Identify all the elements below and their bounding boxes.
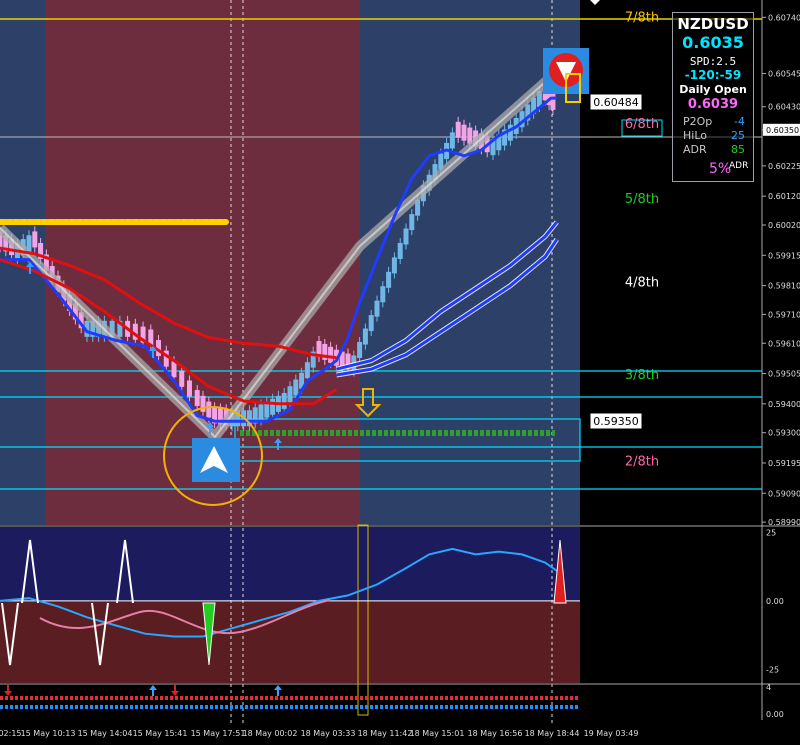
time-tick-label: 15 May 15:41 — [133, 729, 188, 738]
candle-body — [550, 93, 556, 110]
time-tick-label: 18 May 16:56 — [468, 729, 523, 738]
candle-body — [374, 300, 380, 317]
price-tick-label: 0.60430 — [768, 103, 800, 112]
candle-body — [403, 228, 409, 245]
murrey-level-label: 6/8th — [625, 117, 659, 132]
candle-body — [179, 370, 185, 387]
info-row-hilo: HiLo 25 — [683, 129, 745, 142]
time-tick-label: 15 May 14:04 — [78, 729, 133, 738]
candle-body — [368, 315, 374, 332]
candle-body — [380, 286, 386, 303]
signal-tick-label: 4 — [766, 683, 771, 692]
info-row-label: ADR — [683, 143, 707, 156]
signal-tick-label: 0.00 — [766, 710, 784, 719]
current-price-label: 0.60350 — [766, 126, 799, 135]
price-tick-label: 0.59710 — [768, 310, 800, 319]
price-tick-label: 0.59300 — [768, 429, 800, 438]
price-tick-label: 0.59195 — [768, 459, 800, 468]
time-tick-label: 15 May 17:51 — [191, 729, 246, 738]
candle-body — [287, 386, 293, 403]
time-tick-label: 18 May 15:01 — [410, 729, 465, 738]
info-row-label: P2Op — [683, 115, 713, 128]
price-tick-label: 0.60740 — [768, 13, 800, 22]
price-tick-label: 0.59915 — [768, 251, 800, 260]
time-tick-label: 18 May 18:44 — [525, 729, 580, 738]
price-box-label: 0.60484 — [593, 96, 639, 109]
price-box-label: 0.59350 — [593, 415, 639, 428]
candle-body — [455, 121, 461, 138]
candle-body — [386, 271, 392, 288]
osc-tick-label: -25 — [766, 665, 779, 674]
candle-body — [397, 242, 403, 259]
murrey-level-label: 3/8th — [625, 368, 659, 383]
time-tick-label: 18 May 11:42 — [358, 729, 413, 738]
candle-body — [258, 404, 264, 421]
candle-body — [32, 231, 38, 248]
price-tick-label: 0.59090 — [768, 489, 800, 498]
info-row-label: HiLo — [683, 129, 707, 142]
osc-top-background — [0, 527, 580, 601]
time-tick-label: 02:15 — [0, 729, 22, 738]
spread-label: SPD:2.5 — [689, 55, 737, 68]
down-arrow-icon — [4, 685, 12, 696]
candle-body — [270, 398, 276, 415]
price-tick-label: 0.59505 — [768, 370, 800, 379]
price-tick-label: 0.60120 — [768, 192, 800, 201]
time-tick-label: 15 May 10:13 — [21, 729, 76, 738]
murrey-level-label: 2/8th — [625, 455, 659, 470]
info-row-adr: ADR 85 — [683, 143, 745, 156]
osc-tick-label: 0.00 — [766, 597, 784, 606]
down-arrow-icon — [171, 685, 179, 696]
adr-suffix: ADR — [729, 161, 749, 171]
murrey-level-label: 4/8th — [625, 276, 659, 291]
price-tick-label: 0.59610 — [768, 339, 800, 348]
candle-body — [409, 214, 415, 231]
buy-signal-icon — [192, 438, 240, 482]
info-row-p2op: P2Op -4 — [683, 115, 745, 128]
candle-body — [507, 124, 513, 141]
info-row-value: -4 — [734, 115, 745, 128]
candle-body — [328, 346, 334, 363]
candle-body — [281, 392, 287, 409]
candle-body — [293, 379, 299, 396]
murrey-level-label: 7/8th — [625, 10, 659, 25]
price-tick-label: 0.60225 — [768, 162, 800, 171]
up-arrow-icon — [149, 685, 157, 696]
candle-body — [357, 342, 363, 358]
candle-body — [206, 401, 212, 418]
time-tick-label: 18 May 03:33 — [301, 729, 356, 738]
pips-label: -120:-59 — [684, 68, 742, 82]
price-tick-label: 0.60020 — [768, 221, 800, 230]
candle-body — [304, 362, 310, 379]
daily-open-value: 0.6039 — [687, 97, 739, 112]
info-panel: NZDUSD 0.6035 SPD:2.5 -120:-59 Daily Ope… — [672, 12, 754, 182]
price-tick-label: 0.58990 — [768, 518, 800, 527]
candle-body — [186, 380, 192, 397]
candle-body — [194, 390, 200, 407]
up-arrow-icon — [274, 685, 282, 696]
candle-body — [449, 132, 455, 149]
price-tick-label: 0.60545 — [768, 70, 800, 79]
price-label: 0.6035 — [682, 33, 744, 52]
price-tick-label: 0.59400 — [768, 400, 800, 409]
candle-body — [461, 124, 467, 141]
price-tick-label: 0.59810 — [768, 282, 800, 291]
candle-body — [362, 328, 368, 345]
candle-body — [391, 257, 397, 274]
time-tick-label: 18 May 00:02 — [243, 729, 298, 738]
info-row-value: 85 — [731, 143, 745, 156]
time-tick-label: 19 May 03:49 — [584, 729, 639, 738]
osc-tick-label: 25 — [766, 528, 776, 537]
daily-open-label: Daily Open — [679, 83, 747, 96]
info-row-value: 25 — [731, 129, 745, 142]
murrey-level-label: 5/8th — [625, 192, 659, 207]
symbol-label: NZDUSD — [677, 15, 749, 33]
